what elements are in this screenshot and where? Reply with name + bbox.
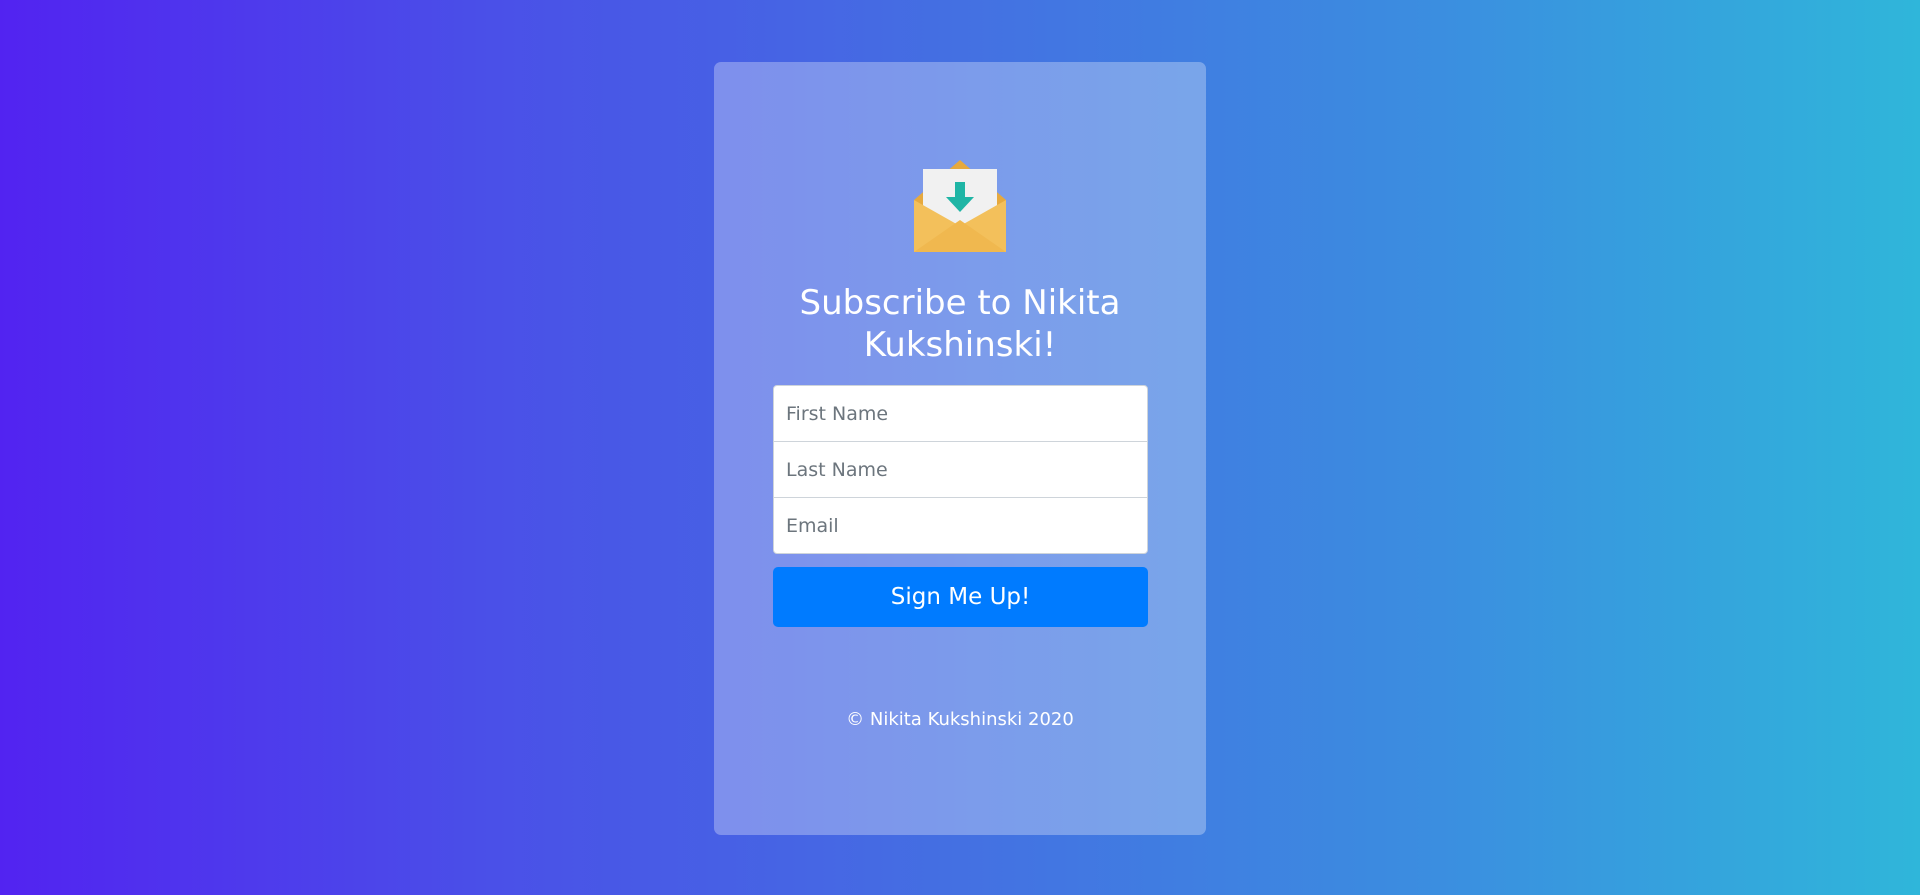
copyright-footer: © Nikita Kukshinski 2020 <box>846 709 1074 730</box>
first-name-field[interactable] <box>773 385 1148 442</box>
last-name-field[interactable] <box>773 441 1148 498</box>
mail-download-icon <box>914 160 1006 252</box>
signup-card: Subscribe to Nikita Kukshinski! Sign Me … <box>714 62 1206 835</box>
sign-up-button[interactable]: Sign Me Up! <box>773 567 1148 627</box>
signup-form: Sign Me Up! <box>773 385 1148 627</box>
page-title: Subscribe to Nikita Kukshinski! <box>799 283 1121 365</box>
email-field[interactable] <box>773 497 1148 554</box>
